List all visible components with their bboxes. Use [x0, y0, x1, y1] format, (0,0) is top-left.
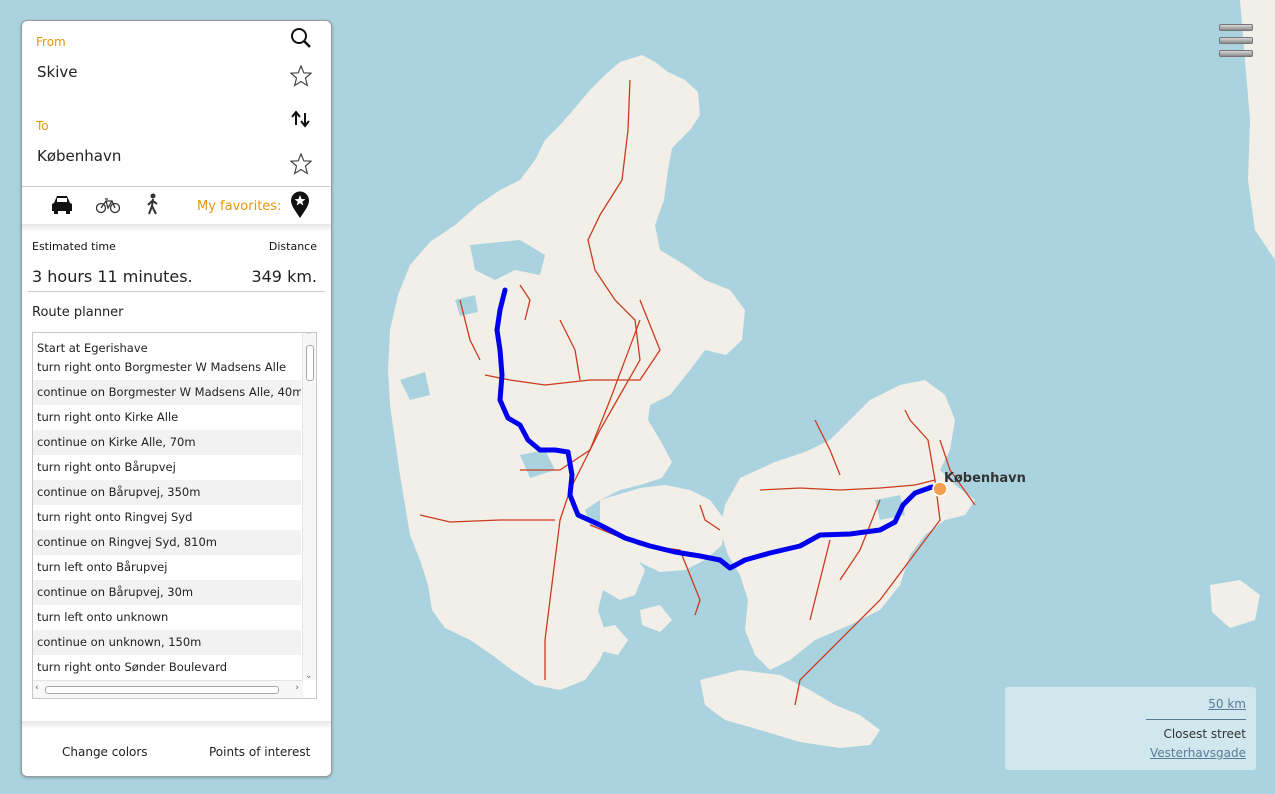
vertical-scrollbar[interactable]: ⌃ ⌄ — [302, 333, 316, 681]
route-step[interactable]: turn left onto unknown — [33, 605, 301, 630]
divider — [22, 721, 331, 729]
swap-button[interactable] — [290, 109, 312, 133]
hamburger-menu-icon[interactable] — [1219, 24, 1253, 57]
to-field[interactable]: København — [37, 147, 121, 165]
estimated-time-label: Estimated time — [32, 240, 116, 253]
favorite-pin-icon — [291, 191, 309, 218]
scale-label: 50 km — [1208, 697, 1246, 711]
search-button[interactable] — [290, 27, 312, 53]
star-icon — [289, 64, 313, 87]
car-mode-button[interactable] — [50, 193, 74, 219]
route-steps-list[interactable]: Start at Egerishave turn right onto Borgm… — [32, 332, 317, 699]
points-of-interest-button[interactable]: Points of interest — [209, 745, 310, 759]
favorite-from-button[interactable] — [289, 64, 313, 91]
divider — [22, 186, 331, 187]
estimated-time-value: 3 hours 11 minutes. — [32, 267, 193, 286]
route-step[interactable]: continue on Kirke Alle, 70m — [33, 430, 301, 455]
scroll-left-icon[interactable]: ‹ — [35, 683, 39, 693]
scroll-down-icon[interactable]: ⌄ — [305, 671, 313, 681]
walk-mode-button[interactable] — [144, 193, 162, 219]
route-step[interactable]: turn right onto Ringvej Syd — [33, 505, 301, 530]
bike-icon — [95, 198, 121, 214]
route-step[interactable]: continue on Borgmester W Madsens Alle, 4… — [33, 380, 301, 405]
scroll-thumb[interactable] — [45, 686, 279, 694]
route-step[interactable]: continue on Ringvej Syd, 810m — [33, 530, 301, 555]
divider — [22, 224, 331, 232]
menu-bar — [1219, 50, 1253, 57]
walk-icon — [147, 193, 158, 215]
route-panel: From Skive To København My favorites: Es… — [21, 20, 332, 777]
horizontal-scrollbar[interactable]: ‹ › — [33, 680, 303, 698]
favorites-button[interactable] — [290, 191, 310, 223]
distance-label: Distance — [268, 240, 317, 253]
route-step[interactable]: turn right onto Borgmester W Madsens All… — [33, 355, 301, 380]
to-label: To — [36, 119, 49, 133]
route-step[interactable]: continue on Bårupvej, 30m — [33, 580, 301, 605]
route-step[interactable]: turn left onto Bårupvej — [33, 555, 301, 580]
city-label: København — [944, 471, 1026, 486]
change-colors-button[interactable]: Change colors — [62, 745, 148, 759]
scroll-up-icon[interactable]: ⌃ — [305, 333, 313, 341]
route-steps: Start at Egerishave turn right onto Borgm… — [33, 333, 301, 680]
route-step[interactable]: turn right onto Kirke Alle — [33, 405, 301, 430]
menu-bar — [1219, 37, 1253, 44]
from-label: From — [36, 35, 66, 49]
favorites-label: My favorites: — [197, 199, 282, 214]
map-info-box: 50 km Closest street Vesterhavsgade — [1005, 687, 1256, 770]
route-step[interactable]: Start at Egerishave — [33, 333, 301, 355]
route-step[interactable]: continue on Bårupvej, 350m — [33, 480, 301, 505]
bike-mode-button[interactable] — [95, 195, 121, 219]
search-icon — [291, 28, 311, 48]
route-step[interactable]: turn right onto Bårupvej — [33, 455, 301, 480]
from-field[interactable]: Skive — [37, 63, 77, 81]
swap-icon — [291, 110, 310, 128]
scroll-right-icon[interactable]: › — [295, 683, 299, 693]
menu-bar — [1219, 24, 1253, 31]
scroll-thumb[interactable] — [306, 345, 314, 381]
route-step[interactable]: continue on unknown, 150m — [33, 630, 301, 655]
favorite-to-button[interactable] — [289, 152, 313, 179]
route-step[interactable]: turn right onto Sønder Boulevard — [33, 655, 301, 680]
car-icon — [52, 196, 72, 214]
closest-street-link[interactable]: Vesterhavsgade — [1150, 746, 1246, 760]
distance-value: 349 km. — [251, 267, 317, 286]
route-planner-title: Route planner — [32, 305, 124, 320]
scale-bar — [1146, 719, 1246, 720]
closest-street-label: Closest street — [1163, 727, 1246, 741]
star-icon — [289, 152, 313, 175]
divider — [28, 291, 325, 292]
